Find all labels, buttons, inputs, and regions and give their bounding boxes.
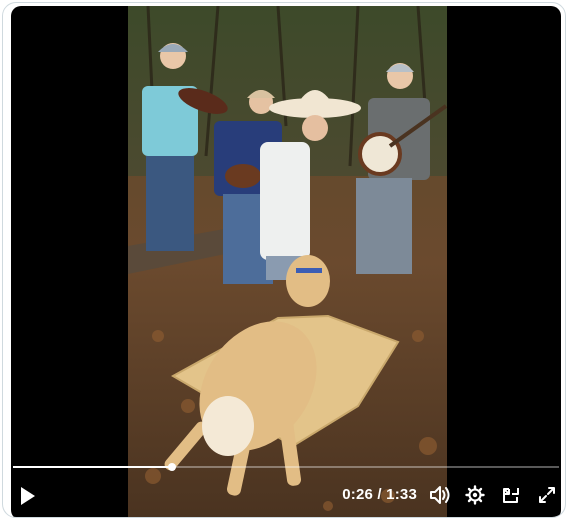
video-still-image [128,6,447,517]
progress-bar-handle[interactable] [168,463,177,471]
volume-icon [430,486,450,504]
time-display: 0:26 / 1:33 [342,486,417,503]
progress-bar-fill [13,466,173,468]
play-icon [21,487,35,505]
play-button[interactable] [19,486,37,506]
gear-icon [465,485,485,505]
video-player[interactable]: 0:26 / 1:33 [11,6,561,517]
popout-icon [503,488,519,503]
current-time: 0:26 [342,486,374,503]
fullscreen-icon [539,487,555,503]
time-separator: / [373,486,387,503]
settings-button[interactable] [465,485,485,505]
video-frame[interactable] [128,6,447,517]
fullscreen-button[interactable] [537,485,557,505]
popout-button[interactable] [501,485,521,505]
progress-bar[interactable] [13,463,559,471]
media-card: 0:26 / 1:33 [2,2,566,518]
video-controls: 0:26 / 1:33 [11,462,561,517]
volume-button[interactable] [429,485,451,505]
duration: 1:33 [386,486,417,503]
